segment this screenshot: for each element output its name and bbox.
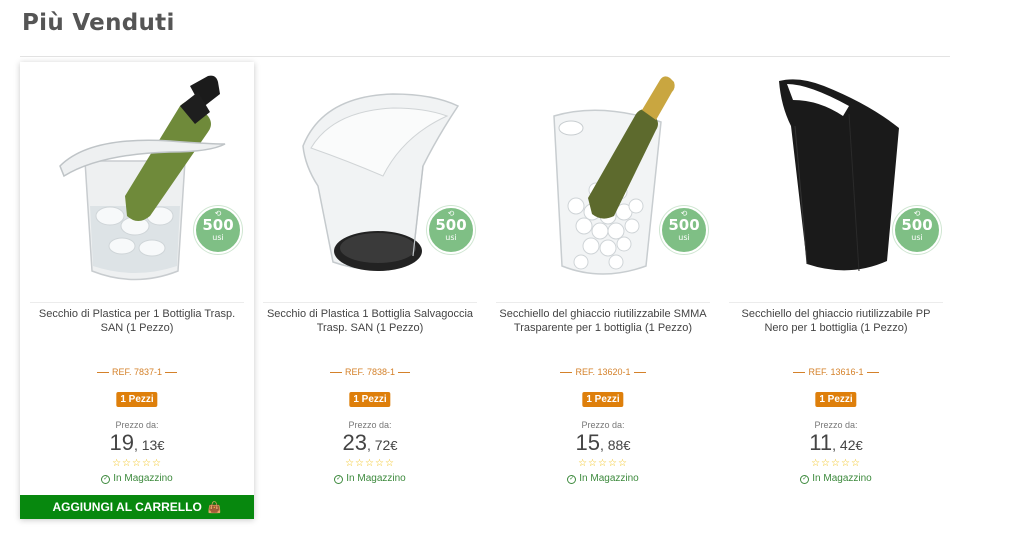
price-from-label: Prezzo da: (348, 420, 392, 430)
product-image[interactable]: ⟲ 500 usi (729, 66, 943, 294)
product-card[interactable]: ⟲ 500 usi Secchio di Plastica per 1 Bott… (20, 62, 254, 519)
product-price: 15, 88€ (575, 430, 631, 455)
rating-stars: ☆☆☆☆☆ (112, 458, 162, 469)
reuse-badge: ⟲ 500 usi (427, 206, 475, 254)
product-name[interactable]: Secchiello del ghiaccio riutilizzabile S… (496, 308, 710, 335)
pack-badge: 1 Pezzi (349, 392, 391, 407)
pack-badge: 1 Pezzi (116, 392, 158, 407)
title-divider (20, 56, 950, 57)
stock-status: ✓ In Magazzino (800, 473, 872, 484)
product-image[interactable]: ⟲ 500 usi (496, 66, 710, 294)
shopping-bag-icon: 👜 (207, 502, 222, 514)
add-to-cart-button[interactable]: AGGIUNGI AL CARRELLO 👜 (20, 495, 254, 519)
rating-stars: ☆☆☆☆☆ (578, 458, 628, 469)
pack-badge: 1 Pezzi (582, 392, 624, 407)
product-card[interactable]: ⟲ 500 usi Secchiello del ghiaccio riutil… (486, 62, 720, 519)
product-name[interactable]: Secchio di Plastica 1 Bottiglia Salvagoc… (263, 308, 477, 335)
product-price: 23, 72€ (342, 430, 398, 455)
price-from-label: Prezzo da: (814, 420, 858, 430)
card-divider (496, 302, 710, 303)
product-ref: REF. 13616-1 (719, 367, 953, 377)
section-title: Più Venduti (22, 10, 175, 36)
pack-badge: 1 Pezzi (815, 392, 857, 407)
stock-status: ✓ In Magazzino (567, 473, 639, 484)
rating-stars: ☆☆☆☆☆ (811, 458, 861, 469)
product-price: 11, 42€ (809, 430, 863, 455)
product-ref: REF. 7838-1 (253, 367, 487, 377)
reuse-badge: ⟲ 500 usi (893, 206, 941, 254)
card-divider (263, 302, 477, 303)
card-divider (729, 302, 943, 303)
check-circle-icon: ✓ (334, 475, 344, 484)
product-ref: REF. 7837-1 (20, 367, 254, 377)
check-circle-icon: ✓ (101, 475, 111, 484)
product-ref: REF. 13620-1 (486, 367, 720, 377)
price-from-label: Prezzo da: (581, 420, 625, 430)
stock-status: ✓ In Magazzino (334, 473, 406, 484)
product-card[interactable]: ⟲ 500 usi Secchiello del ghiaccio riutil… (719, 62, 953, 519)
product-price: 19, 13€ (109, 430, 165, 455)
stock-status: ✓ In Magazzino (101, 473, 173, 484)
product-name[interactable]: Secchio di Plastica per 1 Bottiglia Tras… (30, 308, 244, 335)
rating-stars: ☆☆☆☆☆ (345, 458, 395, 469)
product-name[interactable]: Secchiello del ghiaccio riutilizzabile P… (729, 308, 943, 335)
check-circle-icon: ✓ (567, 475, 577, 484)
product-image[interactable]: ⟲ 500 usi (263, 66, 477, 294)
reuse-badge: ⟲ 500 usi (660, 206, 708, 254)
reuse-badge: ⟲ 500 usi (194, 206, 242, 254)
product-image[interactable]: ⟲ 500 usi (30, 66, 244, 294)
price-from-label: Prezzo da: (115, 420, 159, 430)
product-card[interactable]: ⟲ 500 usi Secchio di Plastica 1 Bottigli… (253, 62, 487, 519)
check-circle-icon: ✓ (800, 475, 810, 484)
card-divider (30, 302, 244, 303)
